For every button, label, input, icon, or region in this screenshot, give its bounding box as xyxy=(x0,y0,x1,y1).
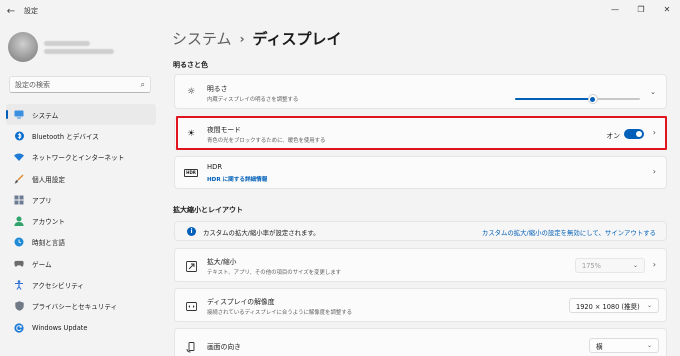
resolution-card[interactable]: ディスプレイの解像度 接続されているディスプレイに合うように解像度を調整する 1… xyxy=(174,288,667,322)
window-controls: — ❐ ✕ xyxy=(602,0,680,18)
sidebar-item-label: アプリ xyxy=(32,196,52,205)
shield-icon xyxy=(14,301,24,312)
resolution-icon xyxy=(185,300,197,312)
sidebar-item-label: プライバシーとセキュリティ xyxy=(32,303,118,312)
sidebar-item-label: ネットワークとインターネット xyxy=(32,154,125,163)
scale-notice-text: カスタムの拡大/縮小率が設定されます。 xyxy=(203,229,320,237)
system-icon xyxy=(14,110,24,120)
sidebar-item-label: 時刻と言語 xyxy=(32,239,65,248)
search-icon[interactable]: ⌕ xyxy=(141,80,145,90)
sidebar-item-label: Windows Update xyxy=(32,323,88,332)
bluetooth-icon xyxy=(14,131,24,141)
scale-notice-bar: i カスタムの拡大/縮小率が設定されます。 カスタムの拡大/縮小の設定を無効にし… xyxy=(174,221,667,241)
sidebar-item-accounts[interactable]: アカウント xyxy=(6,210,156,231)
orientation-icon xyxy=(185,341,197,353)
sidebar-item-label: ゲーム xyxy=(32,260,52,269)
resolution-dropdown-value: 1920 × 1080 (推奨) xyxy=(576,302,640,311)
hdr-badge: HDR xyxy=(184,169,198,177)
sidebar: ⌕ システム Bluetooth とデバイス ネットワークとインターネット 個人… xyxy=(0,22,160,356)
chevron-down-icon: ⌄ xyxy=(646,302,652,309)
sidebar-item-accessibility[interactable]: アクセシビリティ xyxy=(6,274,156,295)
scale-icon xyxy=(185,260,197,272)
apps-icon xyxy=(14,195,24,205)
title-bar: ← 設定 — ❐ ✕ xyxy=(0,0,680,22)
disable-custom-scale-link[interactable]: カスタムの拡大/縮小の設定を無効にして、サインアウトする xyxy=(482,228,656,237)
sidebar-item-label: 個人用設定 xyxy=(32,175,65,184)
avatar xyxy=(8,32,38,62)
brightness-slider[interactable] xyxy=(515,94,640,104)
scale-dropdown[interactable]: 175% ⌄ xyxy=(575,258,645,273)
sidebar-item-label: システム xyxy=(32,111,59,120)
sun-icon: ☼ xyxy=(186,87,196,97)
breadcrumb: システム › ディスプレイ xyxy=(172,28,341,49)
orientation-dropdown-value: 横 xyxy=(596,342,603,351)
brightness-slider-thumb[interactable] xyxy=(587,94,598,104)
brightness-slider-fill xyxy=(515,98,593,100)
search-input[interactable] xyxy=(15,80,141,89)
brightness-subtitle: 内蔵ディスプレイの明るさを調整する xyxy=(207,97,299,103)
scale-card[interactable]: 拡大/縮小 テキスト、アプリ、その他の項目のサイズを変更します 175% ⌄ › xyxy=(174,248,667,282)
resolution-title: ディスプレイの解像度 xyxy=(207,298,275,306)
hdr-card[interactable]: HDR HDR HDR に関する詳細情報 › xyxy=(174,156,667,189)
user-profile[interactable] xyxy=(8,32,114,62)
update-icon xyxy=(14,323,24,333)
sidebar-item-network[interactable]: ネットワークとインターネット xyxy=(6,147,156,168)
sidebar-item-personalization[interactable]: 個人用設定 xyxy=(6,168,156,189)
close-icon[interactable]: ✕ xyxy=(654,0,680,18)
sidebar-item-gaming[interactable]: ゲーム xyxy=(6,253,156,274)
sidebar-item-bluetooth[interactable]: Bluetooth とデバイス xyxy=(6,125,156,146)
back-arrow-icon[interactable]: ← xyxy=(0,0,22,22)
chevron-down-icon[interactable]: ⌄ xyxy=(650,88,656,96)
info-icon: i xyxy=(187,227,196,236)
chevron-down-icon: ⌄ xyxy=(632,262,638,269)
accessibility-icon xyxy=(14,280,24,290)
globe-clock-icon xyxy=(14,237,24,247)
section-title-scale-layout: 拡大縮小とレイアウト xyxy=(173,206,243,214)
chevron-right-icon[interactable]: › xyxy=(653,167,656,176)
wifi-icon xyxy=(14,152,24,162)
scale-subtitle: テキスト、アプリ、その他の項目のサイズを変更します xyxy=(207,270,342,276)
account-icon xyxy=(14,216,24,227)
gamepad-icon xyxy=(14,259,24,269)
chevron-down-icon: ⌄ xyxy=(646,342,652,349)
profile-name-redacted xyxy=(44,40,90,46)
sidebar-item-privacy[interactable]: プライバシーとセキュリティ xyxy=(6,296,156,317)
sidebar-item-label: Bluetooth とデバイス xyxy=(32,132,99,141)
brightness-title: 明るさ xyxy=(207,85,228,93)
page-title: ディスプレイ xyxy=(252,30,342,48)
sidebar-item-time-language[interactable]: 時刻と言語 xyxy=(6,232,156,253)
resolution-subtitle: 接続されているディスプレイに合うように解像度を調整する xyxy=(207,310,353,316)
highlight-box xyxy=(176,116,667,150)
sidebar-item-system[interactable]: システム xyxy=(6,104,156,126)
orientation-dropdown[interactable]: 横 ⌄ xyxy=(589,338,659,353)
maximize-icon[interactable]: ❐ xyxy=(628,0,654,18)
main-content: システム › ディスプレイ 明るさと色 ☼ 明るさ 内蔵ディスプレイの明るさを調… xyxy=(160,22,680,356)
brush-icon xyxy=(14,174,24,184)
sidebar-nav: システム Bluetooth とデバイス ネットワークとインターネット 個人用設… xyxy=(6,104,156,338)
breadcrumb-separator: › xyxy=(239,31,245,46)
app-title: 設定 xyxy=(24,7,38,15)
minimize-icon[interactable]: — xyxy=(602,0,628,18)
resolution-dropdown[interactable]: 1920 × 1080 (推奨) ⌄ xyxy=(569,298,659,313)
sidebar-item-windows-update[interactable]: Windows Update xyxy=(6,317,156,338)
hdr-icon: HDR xyxy=(184,167,198,179)
sidebar-item-label: アカウント xyxy=(32,218,65,227)
settings-search-box[interactable]: ⌕ xyxy=(9,76,151,93)
scale-title: 拡大/縮小 xyxy=(207,258,237,266)
sidebar-item-apps[interactable]: アプリ xyxy=(6,189,156,210)
hdr-title: HDR xyxy=(207,163,223,171)
scale-dropdown-value: 175% xyxy=(582,261,601,270)
sidebar-item-label: アクセシビリティ xyxy=(32,282,85,291)
hdr-learn-more-link[interactable]: HDR に関する詳細情報 xyxy=(207,175,267,183)
chevron-right-icon[interactable]: › xyxy=(653,260,656,269)
profile-email-redacted xyxy=(44,48,114,54)
orientation-card[interactable]: 画面の向き 横 ⌄ xyxy=(174,328,667,356)
breadcrumb-system[interactable]: システム xyxy=(172,28,232,49)
brightness-card[interactable]: ☼ 明るさ 内蔵ディスプレイの明るさを調整する ⌄ xyxy=(174,74,667,109)
orientation-title: 画面の向き xyxy=(207,343,241,351)
section-title-brightness-color: 明るさと色 xyxy=(173,61,208,69)
